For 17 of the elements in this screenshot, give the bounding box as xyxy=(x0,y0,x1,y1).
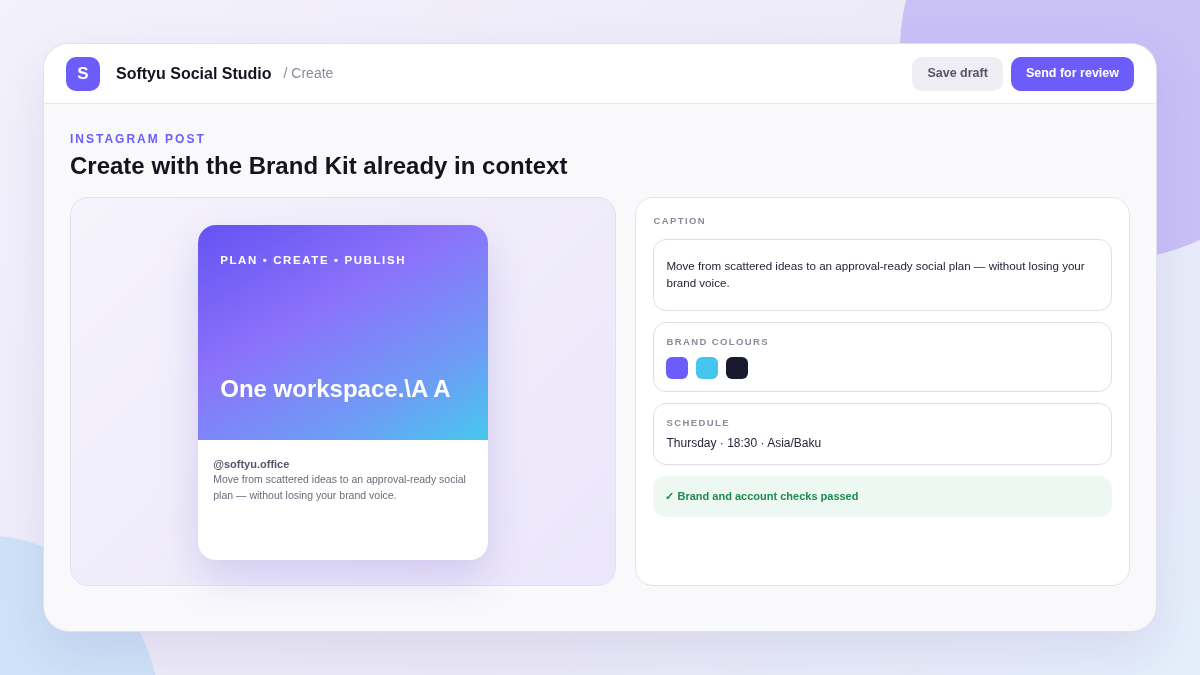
section-label: CAPTION xyxy=(653,213,707,228)
status-banner: ✓ Brand and account checks passed xyxy=(653,476,1112,517)
post-type-label: INSTAGRAM POST xyxy=(70,131,207,148)
section-label: BRAND COLOURS xyxy=(666,334,771,349)
post-headline: One workspace.\A A xyxy=(220,374,451,402)
page-title: Create with the Brand Kit already in context xyxy=(70,152,569,181)
send-for-review-button[interactable]: Send for review xyxy=(1010,56,1134,91)
caption-field[interactable]: Move from scattered ideas to an approval-ready social plan — without losing your brand voice. xyxy=(653,239,1112,311)
breadcrumb[interactable]: / Create xyxy=(279,63,334,84)
app-name: Softyu Social Studio xyxy=(116,63,272,84)
section-label: SCHEDULE xyxy=(666,415,731,430)
post-caption: Move from scattered ideas to an approval-ready social plan — without losing your brand voice. xyxy=(213,472,467,503)
schedule-value: Thursday · 18:30 · Asia/Baku xyxy=(666,435,823,453)
app-logo: S xyxy=(66,56,100,91)
save-draft-button[interactable]: Save draft xyxy=(912,56,1003,91)
account-handle: @softyu.office xyxy=(213,456,291,472)
post-tagline: PLAN • CREATE • PUBLISH xyxy=(220,252,408,268)
